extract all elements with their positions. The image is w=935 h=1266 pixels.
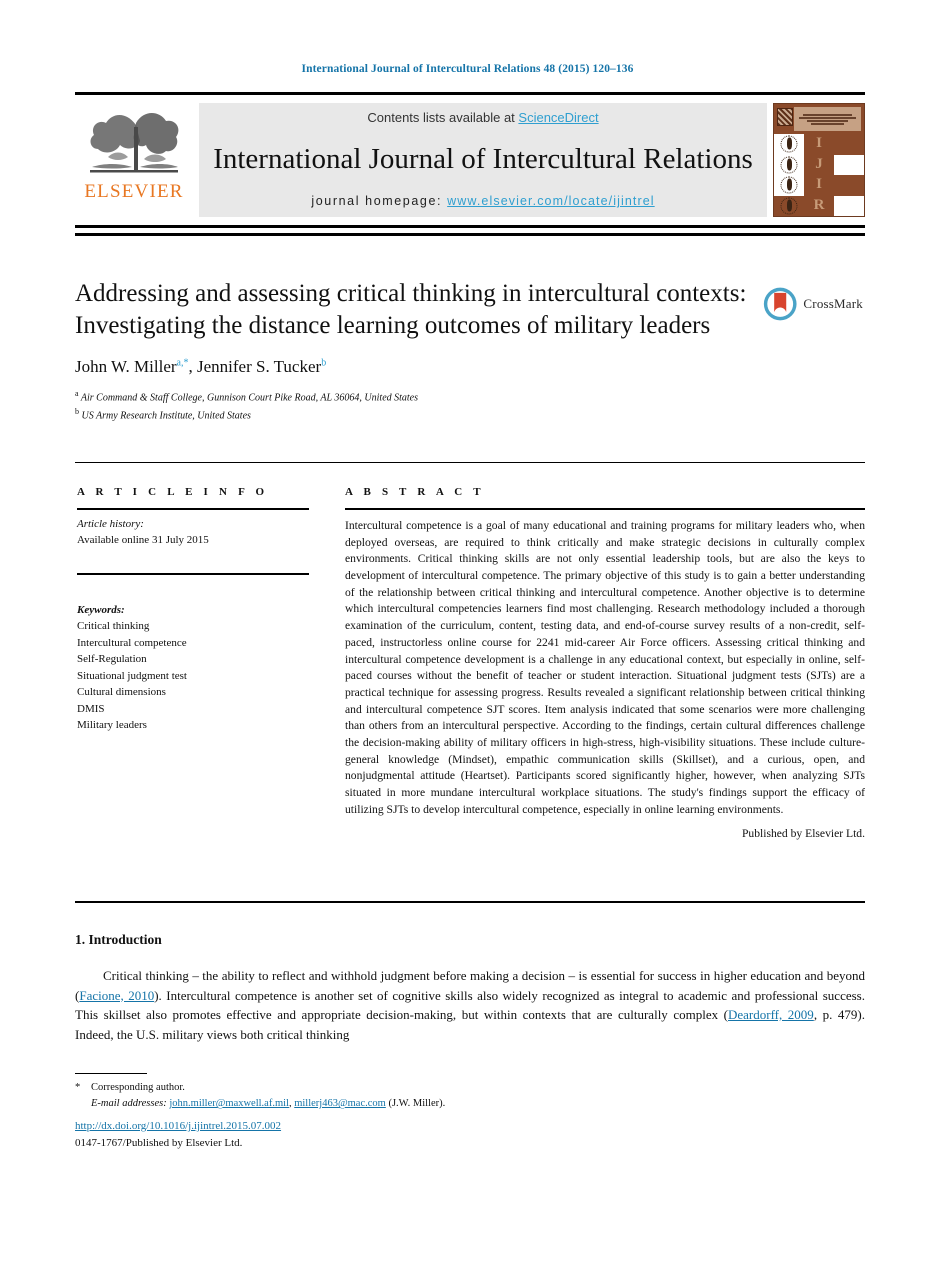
keywords-list: Critical thinking Intercultural competen… xyxy=(77,618,309,734)
section-heading-introduction: 1. Introduction xyxy=(75,932,162,948)
crossmark-icon xyxy=(763,287,797,321)
article-history-value: Available online 31 July 2015 xyxy=(77,533,209,546)
author-marks: a,* xyxy=(176,357,189,369)
affiliation-text: Air Command & Staff College, Gunnison Co… xyxy=(80,392,419,404)
body-top-rule xyxy=(75,901,865,903)
journal-masthead: ELSEVIER Contents lists available at Sci… xyxy=(75,92,865,228)
email-line: E-mail addresses: john.miller@maxwell.af… xyxy=(75,1096,595,1112)
article-info-column: A R T I C L E I N F O Article history: A… xyxy=(77,486,309,734)
contents-prefix-text: Contents lists available at xyxy=(367,110,519,125)
homepage-label: journal homepage: xyxy=(311,194,443,208)
journal-article-page: International Journal of Intercultural R… xyxy=(0,0,935,1266)
affiliation-mark: b xyxy=(75,406,79,416)
author-name: Jennifer S. Tucker xyxy=(197,357,322,376)
cover-row: I xyxy=(774,134,864,155)
cover-row: I xyxy=(774,175,864,196)
footnote-rule xyxy=(75,1073,147,1074)
article-history: Article history: Available online 31 Jul… xyxy=(77,517,309,549)
keyword-item: Intercultural competence xyxy=(77,636,187,649)
footnote-block: * Corresponding author. E-mail addresses:… xyxy=(75,1080,595,1113)
keywords-label: Keywords: xyxy=(77,603,125,616)
affiliation-list: a Air Command & Staff College, Gunnison … xyxy=(75,388,775,424)
sciencedirect-link[interactable]: ScienceDirect xyxy=(518,110,598,125)
keyword-item: Critical thinking xyxy=(77,620,150,633)
globe-icon xyxy=(780,135,798,153)
page-title: Addressing and assessing critical thinki… xyxy=(75,280,747,339)
abstract-divider xyxy=(345,508,865,510)
author-name: John W. Miller xyxy=(75,357,177,376)
contents-available-line: Contents lists available at ScienceDirec… xyxy=(367,110,598,125)
cover-letter: I xyxy=(816,135,822,152)
cover-stamp-icon xyxy=(777,108,793,126)
abstract-publisher-statement: Published by Elsevier Ltd. xyxy=(741,827,865,841)
keyword-item: Self-Regulation xyxy=(77,653,147,666)
corresponding-author-marker: * xyxy=(75,1082,81,1093)
abstract-heading: A B S T R A C T xyxy=(345,486,485,498)
crossmark-badge[interactable]: CrossMark xyxy=(763,283,863,325)
author-list: John W. Millera,*, Jennifer S. Tuckerb xyxy=(75,357,327,376)
cover-letter: J xyxy=(815,155,823,172)
email-attribution: (J.W. Miller). xyxy=(385,1098,446,1110)
corresponding-author-line: * Corresponding author. xyxy=(75,1080,595,1096)
running-head: International Journal of Intercultural R… xyxy=(301,63,634,75)
elsevier-wordmark: ELSEVIER xyxy=(84,181,184,202)
cover-row: R xyxy=(774,195,864,216)
abstract-text: Intercultural competence is a goal of ma… xyxy=(345,519,865,816)
citation-link-deardorff[interactable]: Deardorff, 2009 xyxy=(728,1007,814,1022)
globe-icon xyxy=(780,176,798,194)
affiliation-text: US Army Research Institute, United State… xyxy=(81,410,251,422)
article-info-heading: A R T I C L E I N F O xyxy=(77,486,269,498)
article-info-divider xyxy=(77,508,309,510)
globe-icon xyxy=(780,156,798,174)
journal-homepage-line: journal homepage: www.elsevier.com/locat… xyxy=(311,194,654,208)
elsevier-logo: ELSEVIER xyxy=(75,95,193,225)
abstract-column: A B S T R A C T Intercultural competence… xyxy=(345,486,865,840)
masthead-bottom-rule xyxy=(75,233,865,236)
keywords-block: Keywords: Critical thinking Intercultura… xyxy=(77,602,309,734)
journal-homepage-link[interactable]: www.elsevier.com/locate/ijintrel xyxy=(447,194,654,208)
crossmark-label: CrossMark xyxy=(803,296,863,311)
issn-copyright-line: 0147-1767/Published by Elsevier Ltd. xyxy=(75,1137,243,1149)
introduction-paragraph: Critical thinking – the ability to refle… xyxy=(75,966,865,1044)
affiliation-mark: a xyxy=(75,389,79,398)
keywords-divider xyxy=(77,572,309,575)
cover-row: J xyxy=(774,154,864,175)
section-number: 1. xyxy=(75,932,86,947)
article-info-top-rule xyxy=(75,462,865,463)
journal-cover-thumbnail: I J I R xyxy=(773,103,865,217)
corresponding-author-label: Corresponding author. xyxy=(91,1082,185,1093)
doi-link[interactable]: http://dx.doi.org/10.1016/j.ijintrel.201… xyxy=(75,1120,281,1132)
cover-letter: R xyxy=(813,196,825,213)
keyword-item: Situational judgment test xyxy=(77,669,187,682)
keyword-item: Cultural dimensions xyxy=(77,686,166,699)
affiliation-item: b US Army Research Institute, United Sta… xyxy=(75,406,775,424)
journal-title: International Journal of Intercultural R… xyxy=(213,143,753,176)
affiliation-item: a Air Command & Staff College, Gunnison … xyxy=(75,388,775,406)
keyword-item: DMIS xyxy=(77,702,105,715)
email-link-secondary[interactable]: millerj463@mac.com xyxy=(294,1098,386,1109)
elsevier-tree-icon xyxy=(90,113,179,173)
keyword-item: Military leaders xyxy=(77,719,147,732)
cover-letter: I xyxy=(816,176,822,193)
cover-title-block xyxy=(794,107,861,131)
masthead-center-panel: Contents lists available at ScienceDirec… xyxy=(199,103,767,217)
citation-link-facione[interactable]: Facione, 2010 xyxy=(79,988,154,1003)
email-link-primary[interactable]: john.miller@maxwell.af.mil xyxy=(169,1098,289,1109)
article-history-label: Article history: xyxy=(77,518,144,530)
author-marks: b xyxy=(321,357,327,369)
title-block: Addressing and assessing critical thinki… xyxy=(75,278,775,424)
globe-icon xyxy=(780,197,798,215)
section-title: Introduction xyxy=(88,932,162,947)
email-label: E-mail addresses: xyxy=(91,1098,167,1110)
